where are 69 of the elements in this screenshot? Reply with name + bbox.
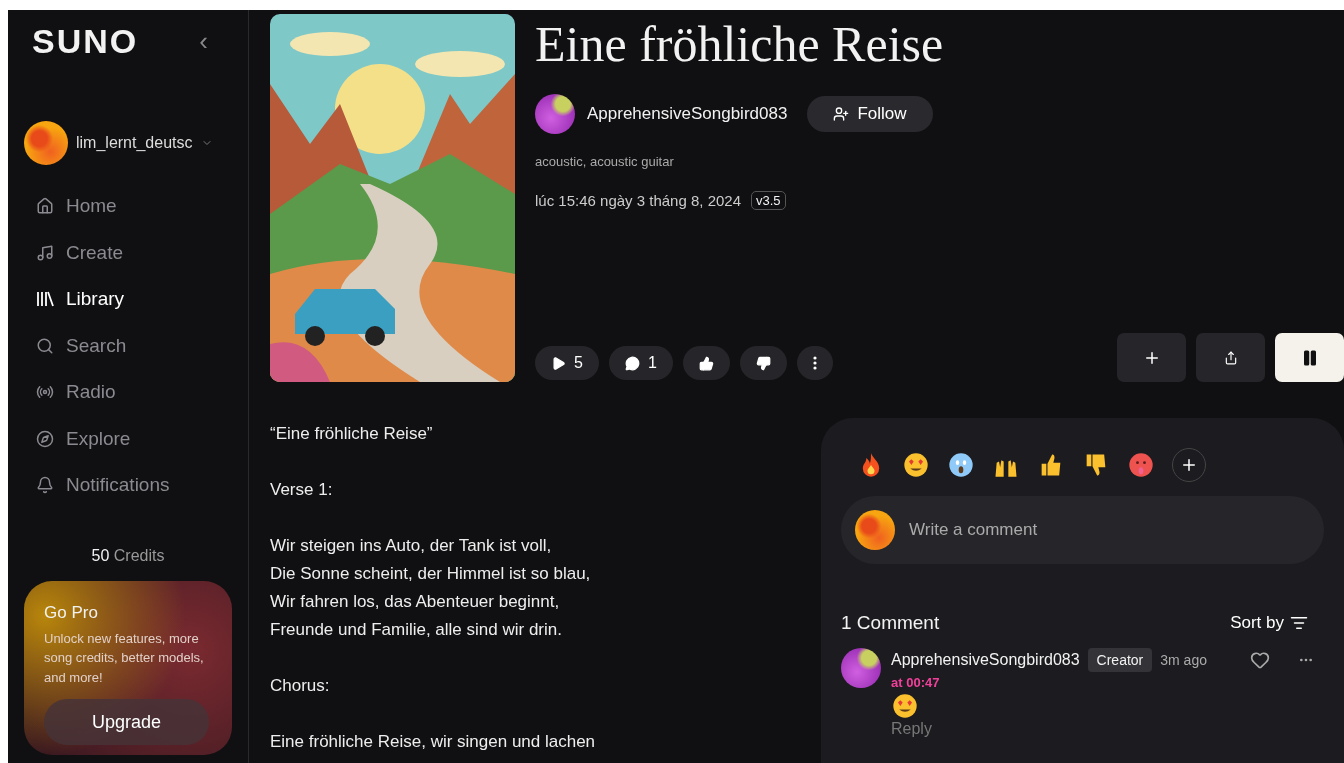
comment-timestamp[interactable]: at 00:47 [891,675,1324,690]
music-note-icon [36,243,54,262]
screaming-emoji-icon[interactable] [947,451,975,479]
play-button[interactable]: 5 [535,346,599,380]
heart-eyes-emoji-icon[interactable] [902,451,930,479]
creator-badge: Creator [1087,648,1153,672]
lyric-line: Wir steigen ins Auto, der Tank ist voll, [270,535,553,557]
nav-item[interactable]: Library [36,278,232,321]
like-comment-button[interactable] [1250,650,1270,670]
lyric-line: Wir fahren los, das Abenteuer beginnt, [270,591,561,613]
promo-title: Go Pro [44,602,99,623]
compass-icon [36,429,54,448]
house-icon [36,197,54,216]
thumbs-up-icon [698,355,714,371]
comment-count: 1 Comment [841,612,940,634]
speech-bubble-icon [624,355,640,371]
sort-button[interactable]: Sort by [1224,612,1314,634]
plus-icon [1180,456,1198,474]
library-icon [36,291,54,308]
lyric-line: “Eine fröhliche Reise” [270,423,434,445]
user-avatar [855,510,895,550]
artist-avatar[interactable] [535,94,575,134]
lyric-line: Verse 1: [270,479,334,501]
credits-count: 50 [91,546,110,564]
share-icon [1223,350,1238,365]
dislike-button[interactable] [739,346,787,380]
lyric-line: Chorus: [270,675,331,697]
follow-button[interactable]: Follow [807,96,933,132]
lyric-line: Eine fröhliche Reise, wir singen und lachen [270,731,597,753]
logo[interactable]: SUNO [32,22,139,61]
nav-item[interactable]: Search [36,324,232,367]
song-title: Eine fröhliche Reise [535,15,945,74]
nav-item[interactable]: Explore [36,417,232,460]
search-icon [36,336,54,355]
heart-icon [1250,650,1270,670]
user-avatar[interactable] [24,121,68,165]
heart-eyes-emoji-icon[interactable] [891,692,919,720]
user-name[interactable]: lim_lernt_deutsc [76,134,193,152]
nav-item[interactable]: Notifications [36,464,232,507]
version-tag: v3.5 [751,191,786,210]
user-plus-icon [833,106,850,122]
thumbs-down-icon [755,355,771,371]
more-icon [812,356,817,370]
comment-button[interactable]: 1 [608,346,673,380]
lyric-line: Die Sonne scheint, der Himmel ist so blau, [270,563,592,585]
collapse-button[interactable]: ‹ [199,26,208,57]
nav-item[interactable]: Create [36,231,232,274]
song-date: lúc 15:46 ngày 3 tháng 8, 2024 [535,192,741,209]
hot-face-emoji-icon[interactable] [1127,451,1155,479]
credits-label: Credits [113,546,165,564]
nav-item[interactable]: Home [36,185,232,228]
bell-icon [36,476,54,495]
artist-name[interactable]: ApprehensiveSongbird083 [587,104,788,124]
comment-time: 3m ago [1160,652,1207,668]
comment-author[interactable]: ApprehensiveSongbird083 [891,651,1080,669]
commenter-avatar[interactable] [841,648,881,688]
song-tags: acoustic, acoustic guitar [535,154,1344,169]
comment-field[interactable]: Write a comment [841,496,1324,564]
lyric-line: Freunde und Familie, alle sind wir drin. [270,619,563,641]
nav-item[interactable]: Radio [36,371,232,414]
comment-input[interactable]: Write a comment [907,519,1310,541]
reply-link[interactable]: Reply [891,720,1324,738]
sort-icon [1290,614,1308,632]
upgrade-button[interactable]: Upgrade [44,699,209,745]
more-button[interactable] [796,346,833,380]
like-button[interactable] [682,346,730,380]
pause-button[interactable] [1275,333,1344,382]
play-icon [551,355,566,371]
promo-text: Unlock new features, more song credits, better models, and more! [44,629,205,687]
